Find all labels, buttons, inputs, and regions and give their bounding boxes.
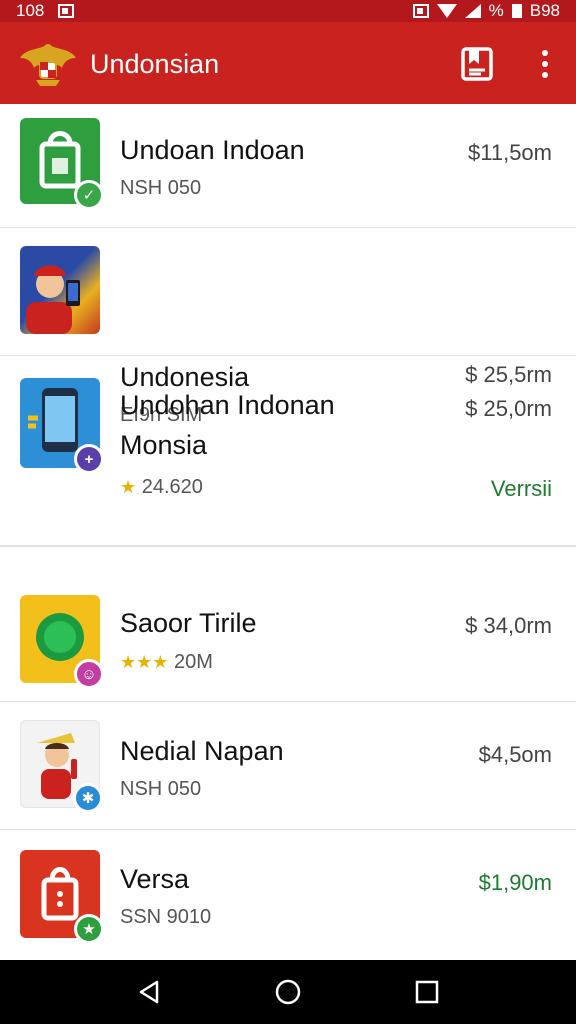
app-name: Versa: [120, 864, 190, 894]
sim-icon: [412, 4, 429, 18]
status-right-text: B98: [529, 1, 560, 20]
cartoon-boy-icon: ✱: [20, 720, 103, 813]
rating-stars: ★: [120, 477, 137, 497]
wifi-icon: [436, 4, 457, 18]
circle-app-icon: ☺: [20, 595, 104, 689]
plus-badge-icon: +: [74, 444, 104, 474]
image-notification-icon: [58, 4, 75, 18]
app-bar: Undonsian: [0, 22, 576, 125]
battery-icon: [511, 4, 522, 18]
status-bar: 108 % B98: [0, 0, 576, 22]
list-item[interactable]: + Undohan Indonan Monsia ★ 24.620 $ 25,0…: [0, 356, 576, 546]
app-name: Undoan Indoan: [120, 135, 305, 165]
man-with-phone-glyph: [26, 265, 80, 334]
sun-badge-icon: ✱: [73, 783, 103, 813]
recents-icon[interactable]: [407, 972, 447, 1012]
overflow-dot: [542, 72, 548, 78]
rating-count: 20M: [173, 651, 213, 673]
star-badge-icon: ★: [74, 914, 104, 944]
app-rating: ★★★ 20M: [120, 651, 213, 674]
check-badge-icon: ✓: [74, 180, 104, 210]
back-glyph: [140, 980, 159, 1004]
list-item[interactable]: ☺ Saoor Tirile ★★★ 20M $ 34,0rm: [0, 546, 576, 702]
status-right: % B98: [412, 1, 560, 21]
navigation-bar: [0, 960, 576, 1024]
app-price: $ 25,0rm: [465, 396, 552, 421]
app-price: $1,90m: [478, 870, 552, 895]
app-subtitle: SSN 9010: [120, 906, 212, 928]
app-rating: ★ 24.620: [120, 476, 203, 499]
app-name: Nedial Napan: [120, 736, 284, 766]
smartphone-icon: +: [20, 378, 104, 474]
man-with-phone-icon: [20, 246, 100, 334]
rating-count: 24.620: [141, 476, 203, 498]
version-link[interactable]: Verrsii: [491, 476, 552, 502]
battery-percent: %: [488, 1, 504, 20]
list-item[interactable]: ✓ Undoan Indoan NSH 050 $11,5om: [0, 104, 576, 228]
rating-stars: ★★★: [120, 652, 169, 672]
app-name: Undohan Indonan: [120, 390, 335, 420]
garuda-emblem-icon: [20, 44, 76, 86]
bookmark-page-icon[interactable]: [459, 46, 495, 82]
app-subtitle: NSH 050: [120, 177, 202, 199]
app-name: Saoor Tirile: [120, 608, 257, 638]
app-price: $4,5om: [478, 742, 552, 767]
recents-glyph: [415, 980, 438, 1004]
emoji-badge-icon: ☺: [74, 659, 104, 689]
more-vert-icon[interactable]: [530, 46, 560, 82]
app-name-line2: Monsia: [120, 430, 208, 460]
overflow-dot: [542, 61, 548, 67]
red-bag-icon: ★: [20, 850, 104, 944]
back-icon[interactable]: [129, 972, 169, 1012]
list-item[interactable]: ★ Versa SSN 9010 $1,90m: [0, 830, 576, 960]
home-icon[interactable]: [268, 972, 308, 1012]
overflow-dot: [542, 50, 548, 56]
app-title: Undonsian: [90, 49, 220, 79]
app-price: $ 34,0rm: [465, 613, 552, 638]
signal-icon: [464, 4, 481, 18]
list-item[interactable]: ✱ Nedial Napan NSH 050 $4,5om: [0, 702, 576, 830]
app-subtitle: NSH 050: [120, 778, 202, 800]
status-time: 108: [16, 1, 45, 20]
status-left: 108: [16, 1, 75, 21]
home-glyph: [275, 979, 301, 1005]
list-item[interactable]: Undonesia EI9n SIM $ 25,5rm: [0, 228, 576, 426]
shopping-bag-icon: ✓: [20, 118, 104, 210]
app-price: $11,5om: [468, 140, 552, 165]
